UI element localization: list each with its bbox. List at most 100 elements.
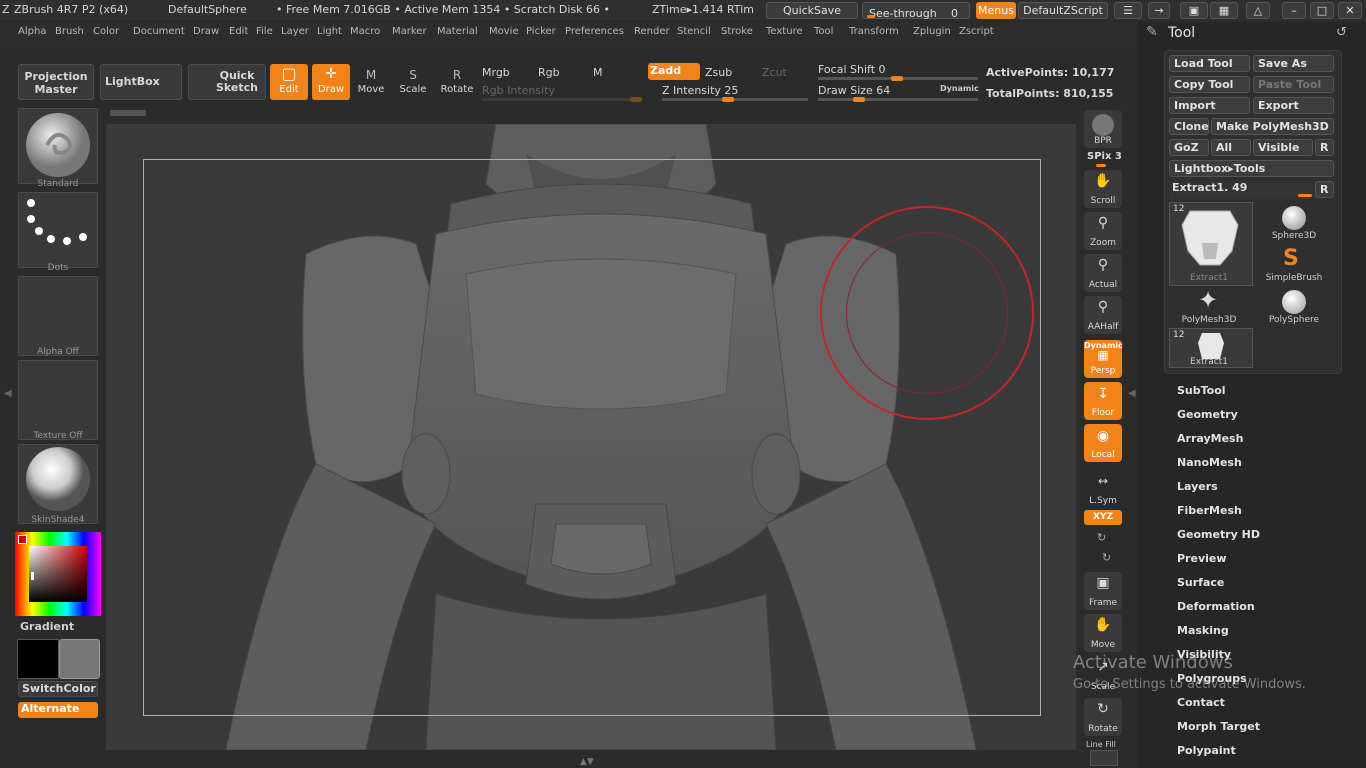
section-masking[interactable]: Masking <box>1177 624 1229 637</box>
rgb-button[interactable]: Rgb <box>538 66 560 79</box>
menu-alpha[interactable]: Alpha <box>18 26 46 37</box>
rotate-y-icon[interactable]: ↻ <box>1097 531 1106 544</box>
zadd-button[interactable]: Zadd <box>648 63 700 80</box>
section-morph-target[interactable]: Morph Target <box>1177 720 1260 733</box>
menu-material[interactable]: Material <box>437 26 478 37</box>
polysphere-icon[interactable] <box>1282 290 1306 314</box>
menu-picker[interactable]: Picker <box>526 26 556 37</box>
zoom-button[interactable]: ⚲ Zoom <box>1084 212 1122 250</box>
goz-button[interactable]: GoZ <box>1169 139 1209 156</box>
bpr-button[interactable]: BPR <box>1084 110 1122 148</box>
switchcolor-button[interactable]: SwitchColor <box>18 681 98 697</box>
color-saturation-square[interactable] <box>29 546 87 602</box>
section-geometry[interactable]: Geometry <box>1177 408 1238 421</box>
import-button[interactable]: Import <box>1169 97 1250 114</box>
gradient-label[interactable]: Gradient <box>20 620 74 633</box>
extract-tool-slider[interactable]: Extract1. 49 <box>1169 181 1313 199</box>
menu-draw[interactable]: Draw <box>193 26 219 37</box>
sphere3d-label[interactable]: Sphere3D <box>1254 231 1334 241</box>
menu-marker[interactable]: Marker <box>392 26 427 37</box>
simplebrush-icon[interactable]: S <box>1283 246 1299 271</box>
menu-edit[interactable]: Edit <box>229 26 248 37</box>
draw-size-knob[interactable] <box>853 97 865 102</box>
menu-tool[interactable]: Tool <box>814 26 833 37</box>
menu-zscript[interactable]: Zscript <box>959 26 994 37</box>
paste-tool-button[interactable]: Paste Tool <box>1253 76 1334 93</box>
section-arraymesh[interactable]: ArrayMesh <box>1177 432 1243 445</box>
copy-tool-button[interactable]: Copy Tool <box>1169 76 1250 93</box>
see-through-knob[interactable] <box>867 15 875 18</box>
default-zscript-button[interactable]: DefaultZScript <box>1018 2 1108 19</box>
edit-button[interactable]: ▢ Edit <box>270 64 308 100</box>
z-intensity-slider[interactable] <box>662 98 808 101</box>
close-icon[interactable]: ✕ <box>1338 2 1362 19</box>
section-contact[interactable]: Contact <box>1177 696 1225 709</box>
save-as-button[interactable]: Save As <box>1253 55 1334 72</box>
refresh-icon[interactable]: ↺ <box>1336 25 1347 40</box>
menu-transform[interactable]: Transform <box>849 26 899 37</box>
menu-macro[interactable]: Macro <box>350 26 380 37</box>
right-arrow-icon[interactable]: → <box>1148 2 1170 19</box>
clone-button[interactable]: Clone <box>1169 118 1209 135</box>
menu-light[interactable]: Light <box>317 26 342 37</box>
polymesh3d-star-icon[interactable]: ✦ <box>1198 286 1218 314</box>
quick-sketch-button[interactable]: Quick Sketch <box>188 64 266 100</box>
rgb-intensity-slider[interactable] <box>482 98 642 101</box>
menu-texture[interactable]: Texture <box>766 26 803 37</box>
menu-render[interactable]: Render <box>634 26 670 37</box>
persp-button[interactable]: Dynamic ▦ Persp <box>1084 340 1123 378</box>
material-thumbnail[interactable] <box>18 444 98 524</box>
polymesh3d-label[interactable]: PolyMesh3D <box>1169 315 1249 325</box>
local-button[interactable]: ◉ Local <box>1084 424 1122 462</box>
section-geometry-hd[interactable]: Geometry HD <box>1177 528 1260 541</box>
ui-icon[interactable]: ▦ <box>1210 2 1238 19</box>
menu-color[interactable]: Color <box>93 26 119 37</box>
lightbox-button[interactable]: LightBox <box>100 64 182 100</box>
zcut-button[interactable]: Zcut <box>762 66 787 79</box>
frame-button[interactable]: ▣ Frame <box>1084 572 1122 610</box>
scale-button[interactable]: S Scale <box>396 66 430 100</box>
color-cursor[interactable] <box>31 572 34 580</box>
projection-master-button[interactable]: Projection Master <box>18 64 94 100</box>
load-tool-button[interactable]: Load Tool <box>1169 55 1250 72</box>
canvas-scrollbar[interactable] <box>110 110 146 116</box>
xyz-button[interactable]: XYZ <box>1084 510 1122 525</box>
menu-file[interactable]: File <box>256 26 273 37</box>
menu-zplugin[interactable]: Zplugin <box>913 26 951 37</box>
sphere3d-icon[interactable] <box>1282 206 1306 230</box>
left-collapse-icon[interactable]: ◀ <box>4 388 12 399</box>
zsub-button[interactable]: Zsub <box>705 66 732 79</box>
menu-stroke[interactable]: Stroke <box>721 26 753 37</box>
layout-icon[interactable]: ☰ <box>1114 2 1142 19</box>
menu-preferences[interactable]: Preferences <box>565 26 624 37</box>
section-deformation[interactable]: Deformation <box>1177 600 1255 613</box>
maximize-icon[interactable]: □ <box>1310 2 1334 19</box>
rotate-button[interactable]: R Rotate <box>438 66 476 100</box>
simplebrush-label[interactable]: SimpleBrush <box>1254 273 1334 283</box>
rgb-intensity-knob[interactable] <box>630 97 642 102</box>
line-fill-label[interactable]: Line Fill <box>1086 740 1116 749</box>
section-fibermesh[interactable]: FiberMesh <box>1177 504 1242 517</box>
alternate-button[interactable]: Alternate <box>18 702 98 718</box>
floor-button[interactable]: ↧ Floor <box>1084 382 1122 420</box>
alpha-thumbnail[interactable] <box>18 276 98 356</box>
menus-button[interactable]: Menus <box>976 2 1016 19</box>
stroke-thumbnail[interactable] <box>18 192 98 268</box>
color-picker[interactable] <box>15 532 101 616</box>
menu-movie[interactable]: Movie <box>489 26 519 37</box>
make-polymesh-button[interactable]: Make PolyMesh3D <box>1211 118 1334 135</box>
dock-icon[interactable]: ▣ <box>1180 2 1208 19</box>
actual-button[interactable]: ⚲ Actual <box>1084 254 1122 292</box>
section-surface[interactable]: Surface <box>1177 576 1224 589</box>
menu-brush[interactable]: Brush <box>55 26 84 37</box>
minimize-icon[interactable]: – <box>1282 2 1306 19</box>
lightbox-tools-button[interactable]: Lightbox▸Tools <box>1169 160 1334 177</box>
menu-stencil[interactable]: Stencil <box>677 26 711 37</box>
lsym-button[interactable]: ↔ L.Sym <box>1084 470 1122 508</box>
polysphere-label[interactable]: PolySphere <box>1254 315 1334 325</box>
section-preview[interactable]: Preview <box>1177 552 1227 565</box>
rotate-view-button[interactable]: ↻ Rotate <box>1084 698 1122 736</box>
section-layers[interactable]: Layers <box>1177 480 1218 493</box>
brush-thumbnail[interactable] <box>18 108 98 184</box>
aahalf-button[interactable]: ⚲ AAHalf <box>1084 296 1122 334</box>
